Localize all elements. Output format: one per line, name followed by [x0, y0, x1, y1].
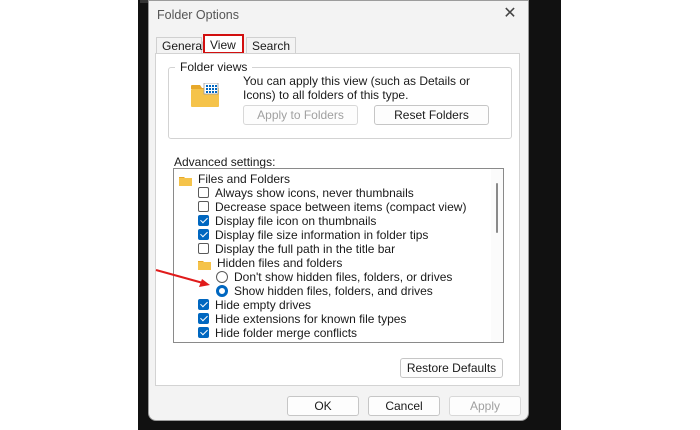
- folder-options-dialog: Folder Options ✕ General View Search Fol…: [148, 0, 529, 421]
- checkbox[interactable]: [198, 201, 209, 213]
- option-hide-empty-drives[interactable]: Hide empty drives: [198, 298, 311, 312]
- folder-views-description: You can apply this view (such as Details…: [243, 74, 471, 102]
- checkbox-checked[interactable]: [198, 299, 209, 311]
- checkbox-checked[interactable]: [198, 229, 209, 241]
- checkbox[interactable]: [198, 243, 209, 255]
- folder-icon: [198, 259, 211, 270]
- option-show-hidden[interactable]: Show hidden files, folders, and drives: [216, 284, 433, 298]
- reset-folders-button[interactable]: Reset Folders: [374, 105, 489, 125]
- folder-views-legend: Folder views: [175, 60, 253, 74]
- vertical-scrollbar[interactable]: [491, 169, 503, 342]
- advanced-settings-label: Advanced settings:: [174, 155, 276, 169]
- tab-search[interactable]: Search: [246, 37, 296, 53]
- apply-button[interactable]: Apply: [449, 396, 521, 416]
- option-file-icon-on-thumbnails[interactable]: Display file icon on thumbnails: [198, 214, 376, 228]
- tree-folder-hidden-files: Hidden files and folders: [198, 256, 342, 270]
- option-full-path-title-bar[interactable]: Display the full path in the title bar: [198, 242, 395, 256]
- title-bar: Folder Options ✕: [149, 1, 528, 29]
- option-compact-view[interactable]: Decrease space between items (compact vi…: [198, 200, 466, 214]
- apply-to-folders-button[interactable]: Apply to Folders: [243, 105, 358, 125]
- folder-icon: [179, 175, 192, 186]
- ok-button[interactable]: OK: [287, 396, 359, 416]
- scrollbar-thumb[interactable]: [496, 183, 498, 233]
- folder-view-icon: [191, 83, 219, 107]
- dialog-title: Folder Options: [157, 8, 239, 22]
- restore-defaults-button[interactable]: Restore Defaults: [400, 358, 503, 378]
- tree-folder-files-and-folders: Files and Folders: [179, 172, 290, 186]
- checkbox-checked[interactable]: [198, 327, 209, 339]
- option-hide-extensions[interactable]: Hide extensions for known file types: [198, 312, 406, 326]
- radio-button-selected[interactable]: [216, 284, 228, 297]
- advanced-settings-tree: Files and Folders Always show icons, nev…: [173, 168, 504, 343]
- tab-view[interactable]: View: [203, 34, 244, 54]
- checkbox[interactable]: [198, 187, 209, 199]
- tab-general[interactable]: General: [156, 37, 205, 53]
- close-icon[interactable]: ✕: [501, 4, 519, 24]
- option-hide-merge-conflicts[interactable]: Hide folder merge conflicts: [198, 326, 357, 340]
- option-file-size-in-tips[interactable]: Display file size information in folder …: [198, 228, 428, 242]
- radio-button[interactable]: [216, 270, 228, 283]
- checkbox-checked[interactable]: [198, 313, 209, 325]
- option-always-show-icons[interactable]: Always show icons, never thumbnails: [198, 186, 414, 200]
- cancel-button[interactable]: Cancel: [368, 396, 440, 416]
- option-dont-show-hidden[interactable]: Don't show hidden files, folders, or dri…: [216, 270, 452, 284]
- checkbox-checked[interactable]: [198, 215, 209, 227]
